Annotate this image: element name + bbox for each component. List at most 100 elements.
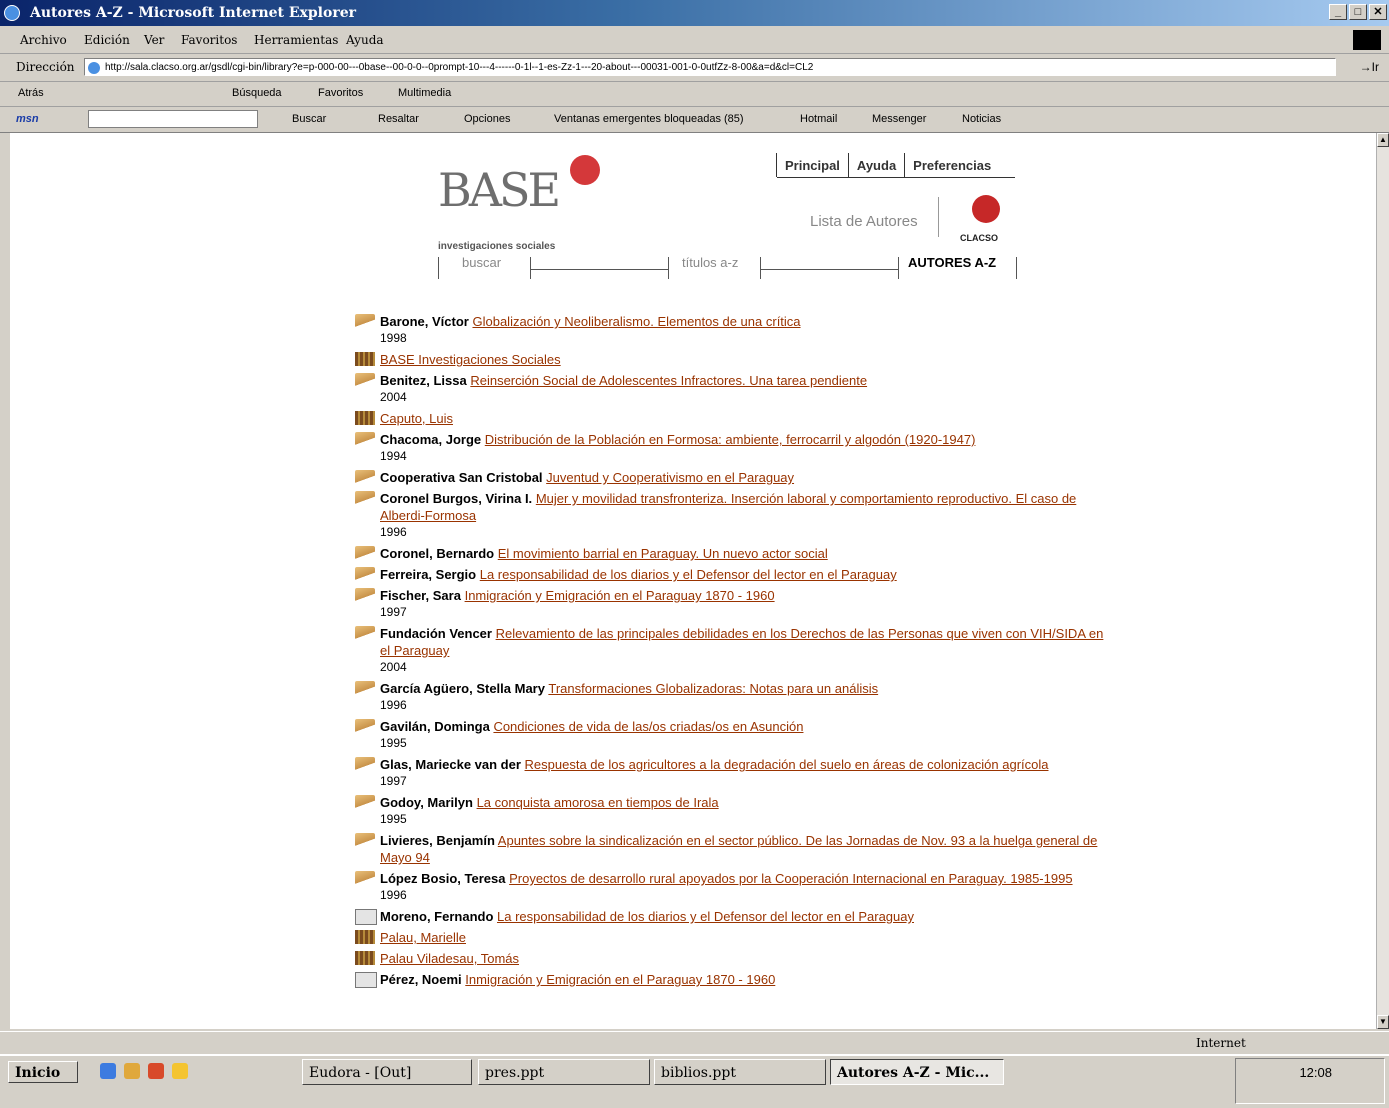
- scroll-down-icon[interactable]: ▼: [1377, 1015, 1389, 1029]
- entry-title-link[interactable]: La responsabilidad de los diarios y el D…: [497, 909, 914, 924]
- top-nav: Principal Ayuda Preferencias: [776, 153, 999, 177]
- msn-logo[interactable]: msn: [16, 113, 39, 125]
- nav-preferencias[interactable]: Preferencias: [904, 153, 999, 177]
- nav-ayuda[interactable]: Ayuda: [847, 153, 904, 177]
- entry-title-link[interactable]: Reinserción Social de Adolescentes Infra…: [470, 373, 867, 388]
- nav-separator: [438, 257, 439, 279]
- entry-author: Barone, Víctor: [380, 314, 469, 329]
- nav-buscar[interactable]: buscar: [462, 255, 501, 270]
- messenger-quicklaunch-icon[interactable]: [172, 1063, 188, 1079]
- maximize-button[interactable]: □: [1349, 4, 1367, 20]
- book-icon[interactable]: [355, 546, 375, 560]
- entry-title-link[interactable]: Distribución de la Población en Formosa:…: [485, 432, 976, 447]
- entry-year: 1996: [380, 698, 407, 712]
- entry-title-link[interactable]: Transformaciones Globalizadoras: Notas p…: [548, 681, 878, 696]
- book-icon[interactable]: [355, 373, 375, 387]
- entry-title-link[interactable]: Juventud y Cooperativismo en el Paraguay: [546, 470, 794, 485]
- book-icon[interactable]: [355, 719, 375, 733]
- entry-title-link[interactable]: Palau, Marielle: [380, 930, 466, 945]
- book-icon[interactable]: [355, 314, 375, 328]
- menu-herramientas[interactable]: Herramientas: [254, 33, 338, 47]
- ie-quicklaunch-icon[interactable]: [100, 1063, 116, 1079]
- list-item: Coronel, Bernardo El movimiento barrial …: [350, 545, 1110, 562]
- search-button[interactable]: Búsqueda: [232, 87, 282, 99]
- book-icon[interactable]: [355, 588, 375, 602]
- entry-title-link[interactable]: Globalización y Neoliberalismo. Elemento…: [472, 314, 800, 329]
- menu-favoritos[interactable]: Favoritos: [181, 33, 237, 47]
- clacso-logo-icon[interactable]: [972, 195, 1000, 223]
- menu-ver[interactable]: Ver: [144, 33, 164, 47]
- entry-title-link[interactable]: Inmigración y Emigración en el Paraguay …: [465, 588, 775, 603]
- entry-title-link[interactable]: Caputo, Luis: [380, 411, 453, 426]
- entry-year: 1996: [380, 888, 407, 902]
- start-button[interactable]: Inicio: [8, 1061, 78, 1083]
- minimize-button[interactable]: _: [1329, 4, 1347, 20]
- menu-ayuda[interactable]: Ayuda: [346, 33, 384, 47]
- document-icon[interactable]: [355, 909, 377, 925]
- book-icon[interactable]: [355, 491, 375, 505]
- book-icon[interactable]: [355, 567, 375, 581]
- base-logo-text: BASE: [438, 163, 561, 217]
- bookshelf-icon[interactable]: [355, 951, 375, 965]
- task-eudora[interactable]: Eudora - [Out]: [302, 1059, 472, 1085]
- msn-resaltar-button[interactable]: Resaltar: [378, 113, 419, 125]
- close-button[interactable]: ✕: [1369, 4, 1387, 20]
- msn-popups-button[interactable]: Ventanas emergentes bloqueadas (85): [554, 113, 744, 125]
- book-icon[interactable]: [355, 681, 375, 695]
- favorites-button[interactable]: Favoritos: [318, 87, 363, 99]
- scroll-up-icon[interactable]: ▲: [1377, 133, 1389, 147]
- entry-year: 1994: [380, 449, 407, 463]
- entry-title-link[interactable]: BASE Investigaciones Sociales: [380, 352, 561, 367]
- book-icon[interactable]: [355, 833, 375, 847]
- entry-title-link[interactable]: Proyectos de desarrollo rural apoyados p…: [509, 871, 1072, 886]
- entry-author: Fischer, Sara: [380, 588, 461, 603]
- document-icon[interactable]: [355, 972, 377, 988]
- back-button[interactable]: Atrás: [18, 87, 44, 99]
- menu-archivo[interactable]: Archivo: [20, 33, 67, 47]
- msn-toolbar: msn Buscar Resaltar Opciones Ventanas em…: [0, 107, 1389, 133]
- entry-title-link[interactable]: El movimiento barrial en Paraguay. Un nu…: [498, 546, 828, 561]
- entry-title-link[interactable]: La conquista amorosa en tiempos de Irala: [477, 795, 719, 810]
- book-icon[interactable]: [355, 470, 375, 484]
- vertical-scrollbar[interactable]: ▲ ▼: [1376, 133, 1389, 1029]
- address-input[interactable]: http://sala.clacso.org.ar/gsdl/cgi-bin/l…: [84, 58, 1336, 76]
- book-icon[interactable]: [355, 757, 375, 771]
- msn-noticias-button[interactable]: Noticias: [962, 113, 1001, 125]
- book-icon[interactable]: [355, 871, 375, 885]
- book-icon[interactable]: [355, 795, 375, 809]
- entry-year: 1997: [380, 774, 407, 788]
- base-logo[interactable]: BASE investigaciones sociales: [438, 163, 578, 255]
- nav-titulos[interactable]: títulos a-z: [682, 255, 738, 270]
- entry-title-link[interactable]: Palau Viladesau, Tomás: [380, 951, 519, 966]
- address-bar: Dirección http://sala.clacso.org.ar/gsdl…: [0, 55, 1389, 82]
- clacso-label: CLACSO: [960, 233, 998, 243]
- msn-search-input[interactable]: [88, 110, 258, 128]
- multimedia-button[interactable]: Multimedia: [398, 87, 451, 99]
- entry-title-link[interactable]: Inmigración y Emigración en el Paraguay …: [465, 972, 775, 987]
- ie-icon: [4, 5, 20, 21]
- msn-messenger-button[interactable]: Messenger: [872, 113, 926, 125]
- security-zone: Internet: [1196, 1036, 1246, 1050]
- window-titlebar[interactable]: Autores A-Z - Microsoft Internet Explore…: [0, 0, 1389, 26]
- msn-hotmail-button[interactable]: Hotmail: [800, 113, 837, 125]
- msn-buscar-button[interactable]: Buscar: [292, 113, 326, 125]
- book-icon[interactable]: [355, 432, 375, 446]
- menu-edicion[interactable]: Edición: [84, 33, 130, 47]
- task-biblios-ppt[interactable]: biblios.ppt: [654, 1059, 826, 1085]
- entry-title-link[interactable]: Respuesta de los agricultores a la degra…: [525, 757, 1049, 772]
- book-icon[interactable]: [355, 626, 375, 640]
- entry-author: García Agüero, Stella Mary: [380, 681, 545, 696]
- entry-title-link[interactable]: La responsabilidad de los diarios y el D…: [480, 567, 897, 582]
- msn-opciones-button[interactable]: Opciones: [464, 113, 510, 125]
- task-pres-ppt[interactable]: pres.ppt: [478, 1059, 650, 1085]
- firefox-quicklaunch-icon[interactable]: [148, 1063, 164, 1079]
- desktop-quicklaunch-icon[interactable]: [124, 1063, 140, 1079]
- bookshelf-icon[interactable]: [355, 411, 375, 425]
- task-autores[interactable]: Autores A-Z - Mic...: [830, 1059, 1004, 1085]
- entry-title-link[interactable]: Condiciones de vida de las/os criadas/os…: [493, 719, 803, 734]
- nav-principal[interactable]: Principal: [776, 153, 848, 177]
- go-button[interactable]: →Ir: [1360, 60, 1379, 74]
- bookshelf-icon[interactable]: [355, 352, 375, 366]
- entry-author: Moreno, Fernando: [380, 909, 494, 924]
- bookshelf-icon[interactable]: [355, 930, 375, 944]
